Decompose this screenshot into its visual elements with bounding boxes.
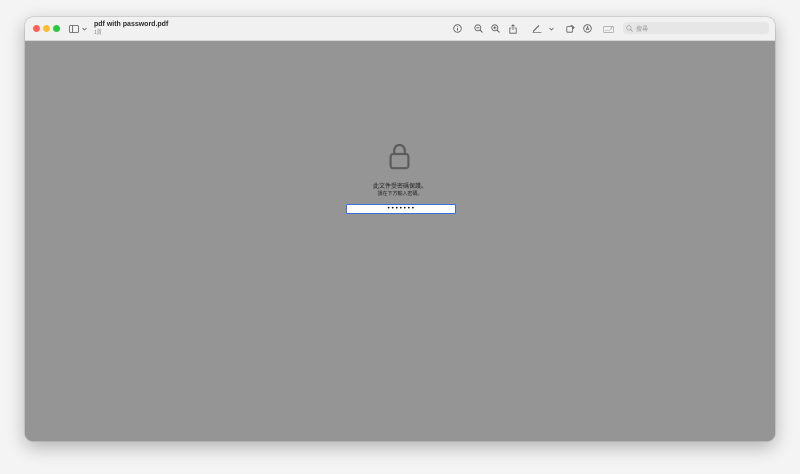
zoom-in-button[interactable]	[491, 22, 500, 35]
maximize-window-button[interactable]	[53, 25, 60, 32]
lock-icon	[388, 143, 411, 175]
chevron-down-icon	[82, 27, 87, 31]
protected-message: 此文件受密碼保護。	[372, 184, 427, 190]
form-icon	[603, 25, 614, 33]
form-fill-button[interactable]	[603, 22, 614, 35]
document-title: pdf with password.pdf	[94, 21, 169, 28]
close-window-button[interactable]	[33, 25, 40, 32]
chevron-down-icon	[549, 27, 554, 31]
document-content-area: 此文件受密碼保護。 請在下方輸入密碼。 •••••••	[25, 41, 775, 441]
rotate-icon	[566, 24, 575, 33]
share-icon	[509, 23, 517, 34]
share-button[interactable]	[509, 22, 517, 35]
enter-password-instruction: 請在下方輸入密碼。	[377, 191, 423, 197]
zoom-in-icon	[491, 24, 500, 33]
title-bar: pdf with password.pdf 1頁 搜尋	[25, 17, 775, 41]
sidebar-icon	[69, 24, 79, 33]
search-field[interactable]: 搜尋	[623, 22, 769, 34]
document-page-count: 1頁	[94, 30, 102, 36]
preview-window: pdf with password.pdf 1頁 搜尋 此文件受密碼保護。 請在…	[25, 17, 775, 441]
annotate-button[interactable]	[583, 22, 592, 35]
markup-options-chevron[interactable]	[549, 22, 554, 35]
sidebar-options-chevron[interactable]	[82, 22, 87, 35]
markup-button[interactable]	[532, 22, 542, 35]
search-placeholder: 搜尋	[636, 26, 649, 33]
zoom-out-icon	[474, 24, 483, 33]
zoom-out-button[interactable]	[474, 22, 483, 35]
pen-icon	[532, 24, 542, 33]
search-icon	[626, 19, 633, 37]
minimize-window-button[interactable]	[43, 25, 50, 32]
password-input[interactable]: •••••••	[346, 204, 456, 214]
sidebar-toggle-button[interactable]	[69, 22, 79, 35]
annotate-icon	[583, 24, 592, 33]
rotate-button[interactable]	[566, 22, 575, 35]
info-icon	[453, 24, 462, 33]
info-button[interactable]	[453, 22, 462, 35]
